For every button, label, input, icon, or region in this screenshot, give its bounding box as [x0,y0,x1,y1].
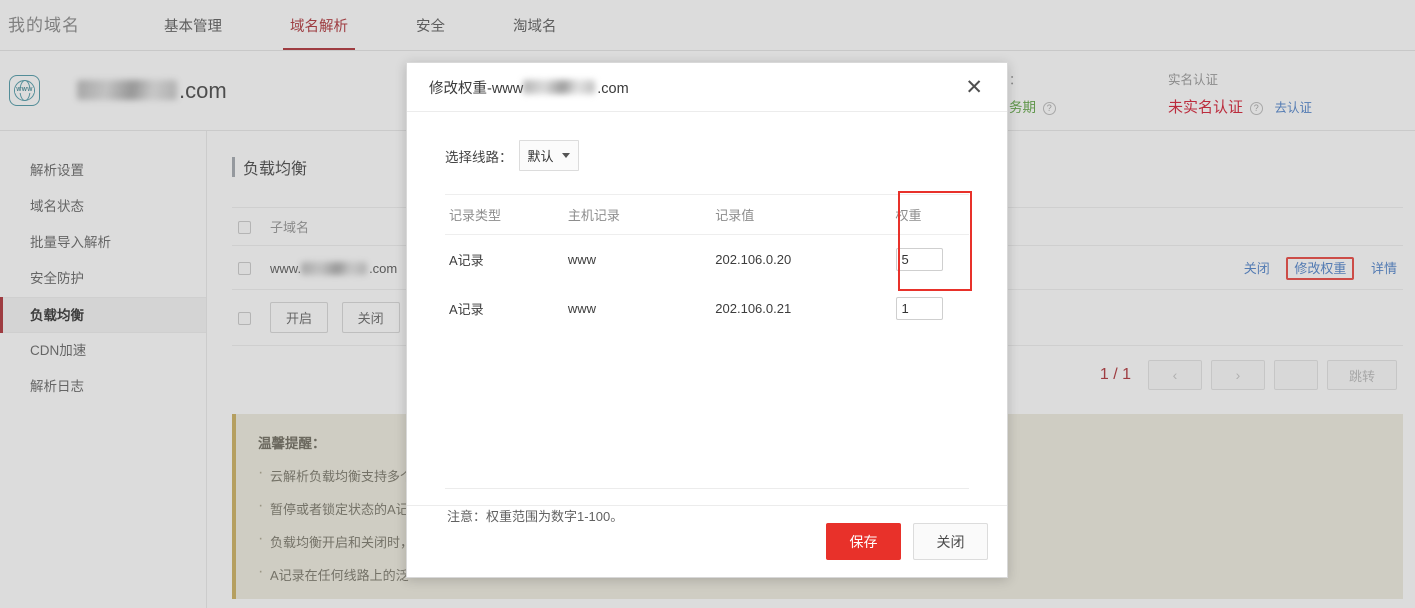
dialog-divider [445,488,969,489]
page-jump-button[interactable]: 跳转 [1327,360,1397,390]
help-icon-service[interactable]: ? [1043,102,1056,115]
page-jump-input[interactable] [1274,360,1318,390]
modify-weight-dialog: 修改权重-www.com ✕ 选择线路： 默认 记录类型 主机记录 记录值 权重 [406,62,1008,578]
footer-checkbox[interactable] [238,312,251,325]
column-header-record-type: 记录类型 [445,195,564,235]
dialog-title-redacted [523,80,595,94]
nav-tab-security[interactable]: 安全 [416,15,445,50]
app-root: 我的域名 基本管理 域名解析 安全 淘域名 WWW .com ： 务期 [0,0,1415,608]
sidebar-item-load-balancing[interactable]: 负载均衡 [0,297,206,333]
realname-value-row: 未实名认证 ? 去认证 [1168,96,1312,117]
sidebar: 解析设置 域名状态 批量导入解析 安全防护 负载均衡 CDN加速 解析日志 [0,131,207,608]
domain-name-redacted [77,80,177,100]
page-indicator: 1 / 1 [1100,366,1131,384]
weight-table: 记录类型 主机记录 记录值 权重 A记录 www 202.106.0.20 A记… [445,194,969,333]
line-selector-label: 选择线路： [445,146,513,166]
nav-tab-list: 基本管理 域名解析 安全 淘域名 [130,15,591,50]
nav-tab-domain-market[interactable]: 淘域名 [513,15,557,50]
domain-info-realname: 实名认证 未实名认证 ? 去认证 [1168,69,1312,117]
cell-weight [882,284,969,333]
brand-title: 我的域名 [0,11,130,50]
prev-page-button[interactable]: ‹ [1148,360,1202,390]
sidebar-item-resolution-settings[interactable]: 解析设置 [0,153,206,189]
select-all-checkbox[interactable] [238,221,251,234]
help-icon-realname[interactable]: ? [1250,102,1263,115]
column-header-host-record: 主机记录 [564,195,711,235]
enable-button[interactable]: 开启 [270,302,328,333]
cell-record-value: 202.106.0.20 [711,235,881,285]
footer-select-cell [232,290,264,346]
cell-record-type: A记录 [445,284,564,333]
service-period-label: ： [1009,69,1056,88]
line-select-value: 默认 [528,146,554,165]
cell-host-record: www [564,284,711,333]
dialog-header: 修改权重-www.com ✕ [407,63,1007,112]
select-all-cell [232,208,264,246]
save-button[interactable]: 保存 [826,523,901,560]
dialog-close-button[interactable]: 关闭 [913,523,988,560]
weight-table-row: A记录 www 202.106.0.20 [445,235,969,285]
op-link-details[interactable]: 详情 [1371,261,1397,276]
close-icon[interactable]: ✕ [961,75,987,100]
go-verify-link[interactable]: 去认证 [1275,101,1313,115]
domain-info-service: ： 务期 ? [1009,69,1056,116]
cell-record-type: A记录 [445,235,564,285]
sidebar-item-security-protection[interactable]: 安全防护 [0,261,206,297]
top-navigation: 我的域名 基本管理 域名解析 安全 淘域名 [0,0,1415,51]
weight-input-1[interactable] [896,248,943,271]
op-link-modify-weight[interactable]: 修改权重 [1286,257,1354,280]
dialog-body: 选择线路： 默认 记录类型 主机记录 记录值 权重 A记录 www 202.10… [407,112,1007,505]
row-checkbox[interactable] [238,262,251,275]
subdomain-redacted [301,262,367,275]
dialog-title: 修改权重-www.com [429,77,961,98]
column-header-weight: 权重 [882,195,969,235]
row-select-cell [232,246,264,290]
weight-table-row: A记录 www 202.106.0.21 [445,284,969,333]
op-link-close[interactable]: 关闭 [1244,261,1270,276]
sidebar-item-domain-status[interactable]: 域名状态 [0,189,206,225]
sidebar-item-batch-import[interactable]: 批量导入解析 [0,225,206,261]
disable-button[interactable]: 关闭 [342,302,400,333]
line-select[interactable]: 默认 [519,140,579,171]
nav-tab-dns-resolution[interactable]: 域名解析 [290,15,348,50]
weight-input-2[interactable] [896,297,943,320]
sidebar-item-resolution-log[interactable]: 解析日志 [0,369,206,405]
service-period-value: 务期 ? [1009,96,1056,116]
cell-record-value: 202.106.0.21 [711,284,881,333]
realname-status: 未实名认证 [1168,99,1243,116]
cell-weight [882,235,969,285]
weight-table-header-row: 记录类型 主机记录 记录值 权重 [445,195,969,235]
weight-range-note: 注意：权重范围为数字1-100。 [447,506,623,525]
cell-host-record: www [564,235,711,285]
nav-tab-basic-management[interactable]: 基本管理 [164,15,222,50]
line-selector-row: 选择线路： 默认 [445,140,969,171]
sidebar-item-cdn[interactable]: CDN加速 [0,333,206,369]
realname-label: 实名认证 [1168,69,1312,88]
www-globe-icon: WWW [9,75,40,106]
chevron-down-icon [562,153,570,158]
next-page-button[interactable]: › [1211,360,1265,390]
column-header-record-value: 记录值 [711,195,881,235]
domain-name: .com [77,78,227,104]
